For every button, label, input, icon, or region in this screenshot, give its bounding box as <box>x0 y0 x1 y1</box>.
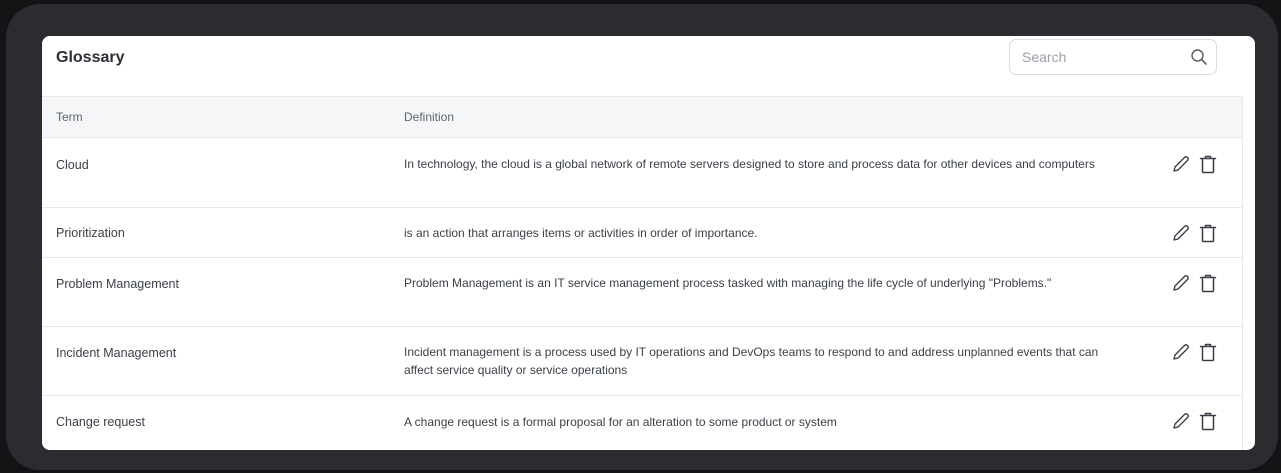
row-actions <box>1170 153 1220 175</box>
table-row: Incident Management Incident management … <box>42 327 1242 396</box>
trash-icon[interactable] <box>1197 153 1219 175</box>
glossary-card: Glossary Term Definition Cloud In techno… <box>42 36 1255 450</box>
card-header: Glossary <box>42 36 1255 96</box>
pencil-icon[interactable] <box>1170 272 1192 294</box>
table-row: Cloud In technology, the cloud is a glob… <box>42 138 1242 208</box>
pencil-icon[interactable] <box>1170 341 1192 363</box>
definition-cell: is an action that arranges items or acti… <box>404 226 758 240</box>
pencil-icon[interactable] <box>1170 410 1192 432</box>
column-header-definition: Definition <box>404 110 455 124</box>
term-cell: Cloud <box>56 158 89 172</box>
search-input[interactable] <box>1022 40 1172 74</box>
row-actions <box>1170 272 1220 294</box>
definition-cell: Incident management is a process used by… <box>404 345 1099 377</box>
definition-cell: Problem Management is an IT service mana… <box>404 276 1052 290</box>
trash-icon[interactable] <box>1197 222 1219 244</box>
search-icon[interactable] <box>1190 48 1208 66</box>
table-row: Change request A change request is a for… <box>42 396 1242 450</box>
row-actions <box>1170 341 1220 363</box>
trash-icon[interactable] <box>1197 272 1219 294</box>
search-box[interactable] <box>1009 39 1217 75</box>
term-cell: Change request <box>56 415 145 429</box>
row-actions <box>1170 222 1220 244</box>
table-row: Problem Management Problem Management is… <box>42 258 1242 327</box>
table-header: Term Definition <box>42 96 1242 138</box>
trash-icon[interactable] <box>1197 341 1219 363</box>
page-title: Glossary <box>56 49 125 66</box>
term-cell: Incident Management <box>56 346 177 360</box>
row-actions <box>1170 410 1220 432</box>
definition-cell: In technology, the cloud is a global net… <box>404 157 1095 171</box>
term-cell: Prioritization <box>56 226 125 240</box>
table-row: Prioritization is an action that arrange… <box>42 208 1242 258</box>
pencil-icon[interactable] <box>1170 153 1192 175</box>
window-frame: Glossary Term Definition Cloud In techno… <box>6 4 1278 470</box>
pencil-icon[interactable] <box>1170 222 1192 244</box>
definition-cell: A change request is a formal proposal fo… <box>404 415 837 429</box>
trash-icon[interactable] <box>1197 410 1219 432</box>
column-header-term: Term <box>56 110 83 124</box>
glossary-table: Term Definition Cloud In technology, the… <box>42 96 1243 450</box>
term-cell: Problem Management <box>56 277 179 291</box>
